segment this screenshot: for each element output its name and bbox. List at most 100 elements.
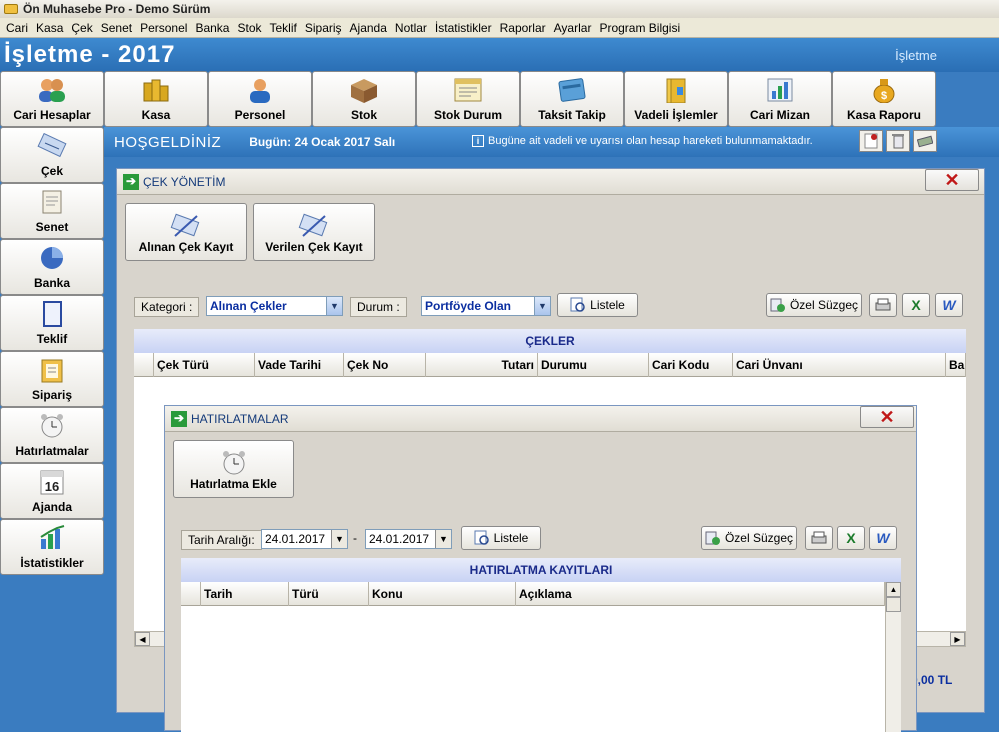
top-toolbar: Cari Hesaplar Kasa Personel Stok Stok Du… bbox=[0, 71, 936, 127]
sidebar-item-banka[interactable]: Banka bbox=[0, 239, 104, 295]
hatirlatma-grid-body[interactable] bbox=[181, 606, 885, 732]
hatirlatma-column-header: Tarih Türü Konu Açıklama bbox=[181, 582, 885, 606]
tarih-araligi-label: Tarih Aralığı: bbox=[181, 530, 262, 550]
welcome-info: i Bugüne ait vadeli ve uyarısı olan hesa… bbox=[472, 135, 813, 147]
menu-personel[interactable]: Personel bbox=[136, 21, 191, 35]
menu-stok[interactable]: Stok bbox=[233, 21, 265, 35]
listele-button[interactable]: Listele bbox=[557, 293, 638, 317]
moneybag-icon: $ bbox=[869, 76, 899, 104]
person-icon bbox=[245, 76, 275, 104]
menu-program-bilgisi[interactable]: Program Bilgisi bbox=[595, 21, 684, 35]
excel-button[interactable]: X bbox=[837, 526, 865, 550]
menu-cek[interactable]: Çek bbox=[67, 21, 96, 35]
menu-ayarlar[interactable]: Ayarlar bbox=[550, 21, 596, 35]
chevron-down-icon[interactable]: ▼ bbox=[326, 297, 342, 315]
chevron-down-icon[interactable]: ▼ bbox=[331, 530, 347, 548]
col-tarih[interactable]: Tarih bbox=[201, 582, 289, 606]
col-tutari[interactable]: Tutarı bbox=[426, 353, 538, 377]
sidebar-item-teklif[interactable]: Teklif bbox=[0, 295, 104, 351]
vadeli-islemler-button[interactable]: Vadeli İşlemler bbox=[624, 71, 728, 127]
col-cek-turu[interactable]: Çek Türü bbox=[154, 353, 255, 377]
taksit-takip-button[interactable]: Taksit Takip bbox=[520, 71, 624, 127]
list-search-icon bbox=[474, 530, 489, 545]
app-title: Ön Muhasebe Pro - Demo Sürüm bbox=[23, 2, 211, 16]
ozel-suzgec-button[interactable]: Özel Süzgeç bbox=[766, 293, 862, 317]
sidebar-item-ajanda[interactable]: 16 Ajanda bbox=[0, 463, 104, 519]
col-vade-tarihi[interactable]: Vade Tarihi bbox=[255, 353, 344, 377]
verilen-cek-kayit-button[interactable]: Verilen Çek Kayıt bbox=[253, 203, 375, 261]
excel-button[interactable]: X bbox=[902, 293, 930, 317]
print-button[interactable] bbox=[869, 293, 897, 317]
end-date-picker[interactable]: 24.01.2017 ▼ bbox=[365, 529, 452, 549]
col-cari-kodu[interactable]: Cari Kodu bbox=[649, 353, 733, 377]
kasa-raporu-label: Kasa Raporu bbox=[846, 108, 922, 122]
sidebar-item-siparis[interactable]: Sipariş bbox=[0, 351, 104, 407]
cari-hesaplar-button[interactable]: Cari Hesaplar bbox=[0, 71, 104, 127]
menu-cari[interactable]: Cari bbox=[2, 21, 32, 35]
menu-banka[interactable]: Banka bbox=[191, 21, 233, 35]
durum-label: Durum : bbox=[350, 297, 407, 317]
kategori-select[interactable]: Alınan Çekler ▼ bbox=[206, 296, 343, 316]
list-search-icon bbox=[570, 297, 585, 312]
close-button[interactable]: ✕ bbox=[925, 169, 979, 191]
sidebar-item-cek[interactable]: Çek bbox=[0, 127, 104, 183]
print-button[interactable] bbox=[805, 526, 833, 550]
col-turu[interactable]: Türü bbox=[289, 582, 369, 606]
menu-kasa[interactable]: Kasa bbox=[32, 21, 67, 35]
doc-icon bbox=[37, 300, 67, 328]
left-sidebar: Çek Senet Banka Teklif Sipariş Hatırlatm… bbox=[0, 127, 104, 575]
cekler-total: 0,00 TL bbox=[911, 673, 953, 687]
notes-icon[interactable] bbox=[859, 130, 883, 152]
scroll-up-icon[interactable]: ▲ bbox=[886, 582, 901, 597]
col-ba[interactable]: Ba bbox=[946, 353, 966, 377]
chevron-down-icon[interactable]: ▼ bbox=[534, 297, 550, 315]
stok-durum-button[interactable]: Stok Durum bbox=[416, 71, 520, 127]
kasa-button[interactable]: Kasa bbox=[104, 71, 208, 127]
menu-ajanda[interactable]: Ajanda bbox=[346, 21, 391, 35]
check-edit-icon bbox=[298, 213, 328, 237]
hatirlatmalar-window: ➔ HATIRLATMALAR ✕ Hatırlatma Ekle Tarih … bbox=[164, 405, 917, 732]
durum-select[interactable]: Portföyde Olan ▼ bbox=[421, 296, 551, 316]
col-aciklama[interactable]: Açıklama bbox=[516, 582, 885, 606]
word-button[interactable]: W bbox=[935, 293, 963, 317]
listele-button[interactable]: Listele bbox=[461, 526, 541, 550]
col-cek-no[interactable]: Çek No bbox=[344, 353, 426, 377]
hatirlatma-vertical-scrollbar[interactable]: ▲ bbox=[885, 582, 901, 732]
ozel-suzgec-button[interactable]: Özel Süzgeç bbox=[701, 526, 797, 550]
word-button[interactable]: W bbox=[869, 526, 897, 550]
trash-icon[interactable] bbox=[886, 130, 910, 152]
menu-istatistikler[interactable]: İstatistikler bbox=[431, 21, 496, 35]
menu-siparis[interactable]: Sipariş bbox=[301, 21, 346, 35]
scroll-left-icon[interactable]: ◀ bbox=[135, 632, 150, 646]
kasa-raporu-button[interactable]: $ Kasa Raporu bbox=[832, 71, 936, 127]
chevron-down-icon[interactable]: ▼ bbox=[435, 530, 451, 548]
stok-label: Stok bbox=[350, 108, 377, 122]
sidebar-item-istatistikler[interactable]: İstatistikler bbox=[0, 519, 104, 575]
folder-icon bbox=[661, 76, 691, 104]
menu-teklif[interactable]: Teklif bbox=[266, 21, 301, 35]
personel-button[interactable]: Personel bbox=[208, 71, 312, 127]
money-icon[interactable] bbox=[913, 130, 937, 152]
cekler-grid-title: ÇEKLER bbox=[134, 329, 966, 353]
col-durumu[interactable]: Durumu bbox=[538, 353, 649, 377]
col-cari-unvani[interactable]: Cari Ünvanı bbox=[733, 353, 946, 377]
pie-icon bbox=[37, 244, 67, 272]
sidebar-item-senet[interactable]: Senet bbox=[0, 183, 104, 239]
col-konu[interactable]: Konu bbox=[369, 582, 516, 606]
menu-senet[interactable]: Senet bbox=[97, 21, 136, 35]
hatirlatma-ekle-button[interactable]: Hatırlatma Ekle bbox=[173, 440, 294, 498]
sidebar-item-label: Sipariş bbox=[31, 388, 73, 402]
close-button[interactable]: ✕ bbox=[860, 406, 914, 428]
start-date-picker[interactable]: 24.01.2017 ▼ bbox=[261, 529, 348, 549]
stok-button[interactable]: Stok bbox=[312, 71, 416, 127]
cari-mizan-button[interactable]: Cari Mizan bbox=[728, 71, 832, 127]
welcome-info-text: Bugüne ait vadeli ve uyarısı olan hesap … bbox=[488, 135, 813, 147]
sidebar-item-hatirlatmalar[interactable]: Hatırlatmalar bbox=[0, 407, 104, 463]
scroll-right-icon[interactable]: ▶ bbox=[950, 632, 965, 646]
menu-raporlar[interactable]: Raporlar bbox=[496, 21, 550, 35]
hatirlatma-window-header: ➔ HATIRLATMALAR bbox=[165, 406, 916, 432]
alinan-cek-kayit-button[interactable]: Alınan Çek Kayıt bbox=[125, 203, 247, 261]
scroll-thumb[interactable] bbox=[886, 597, 901, 612]
menu-notlar[interactable]: Notlar bbox=[391, 21, 431, 35]
coins-icon bbox=[141, 76, 171, 104]
